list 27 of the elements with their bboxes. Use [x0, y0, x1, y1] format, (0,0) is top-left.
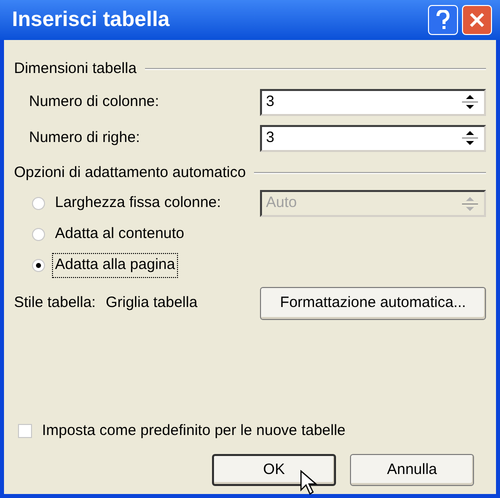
radio-label[interactable]: Adatta al contenuto [53, 223, 186, 246]
spin-field[interactable]: 3 [260, 88, 486, 116]
window-title: Inserisci tabella [11, 7, 171, 34]
group-title: Opzioni di adattamento automatico [14, 162, 246, 182]
mouse-cursor-icon [300, 470, 318, 496]
checkbox-label[interactable]: Imposta come predefinito per le nuove tabelle [42, 420, 346, 442]
close-icon [469, 12, 485, 28]
autoformat-button[interactable]: Formattazione automatica... [260, 287, 486, 320]
radio-button[interactable] [32, 228, 45, 241]
help-icon [436, 10, 450, 30]
group-title: Dimensioni tabella [14, 59, 137, 79]
radio-label[interactable]: Adatta alla pagina [53, 254, 178, 277]
style-label: Stile tabella: [14, 293, 96, 314]
field-label: Numero di colonne: [29, 92, 160, 112]
field-label: Numero di righe: [29, 128, 140, 148]
field-value: 3 [265, 128, 276, 148]
radio-button[interactable] [32, 259, 45, 272]
field-value: 3 [265, 92, 276, 112]
radio-button[interactable] [32, 197, 45, 210]
dialog-button[interactable]: Annulla [350, 454, 474, 486]
close-button[interactable] [462, 5, 492, 35]
help-button[interactable] [428, 5, 458, 35]
radio-label[interactable]: Larghezza fissa colonne: [53, 192, 223, 215]
checkbox[interactable] [18, 424, 32, 438]
style-value: Griglia tabella [106, 293, 198, 314]
spin-field[interactable]: 3 [260, 124, 486, 152]
field-value: Auto [265, 193, 298, 214]
